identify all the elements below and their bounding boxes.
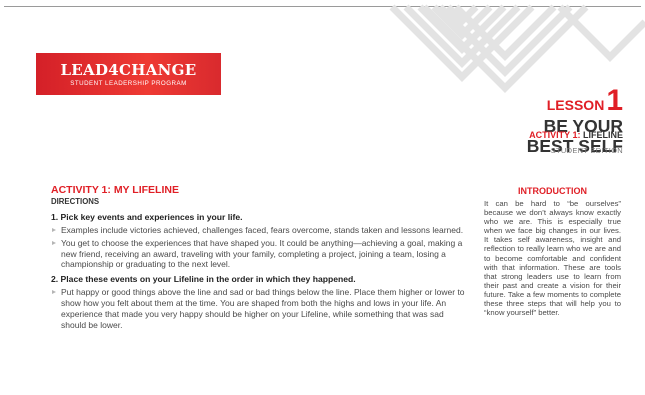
step-1-bullet-1: Examples include victories achieved, cha… <box>51 225 469 236</box>
directions-label: DIRECTIONS <box>51 197 100 206</box>
activity-tag-prefix: ACTIVITY 1: <box>529 130 581 140</box>
activity-heading: ACTIVITY 1: MY LIFELINE <box>51 184 179 196</box>
activity-main-content: ACTIVITY 1: MY LIFELINE DIRECTIONS 1. Pi… <box>51 184 469 332</box>
lesson-number: 1 <box>606 84 623 117</box>
lesson-word: LESSON <box>546 97 605 113</box>
step-2-title: 2. Place these events on your Lifeline i… <box>51 274 356 285</box>
logo-title: LEAD4CHANGE <box>60 61 197 79</box>
step-1-title: 1. Pick key events and experiences in yo… <box>51 212 243 222</box>
introduction-sidebar: INTRODUCTION It can be hard to “be ourse… <box>484 186 621 317</box>
step-1-bullet-2: You get to choose the experiences that h… <box>51 238 469 270</box>
activity-tag-name: LIFELINE <box>583 130 623 140</box>
lead4change-logo: LEAD4CHANGE STUDENT LEADERSHIP PROGRAM <box>36 53 221 95</box>
introduction-heading: INTRODUCTION <box>518 186 587 196</box>
introduction-body: It can be hard to “be ourselves” because… <box>484 199 621 318</box>
step-2-bullet-1: Put happy or good things above the line … <box>51 287 469 330</box>
logo-subtitle: STUDENT LEADERSHIP PROGRAM <box>70 80 187 87</box>
edition-label: STUDENT EDITION <box>550 146 623 155</box>
activity-tag: ACTIVITY 1: LIFELINE <box>529 130 623 140</box>
